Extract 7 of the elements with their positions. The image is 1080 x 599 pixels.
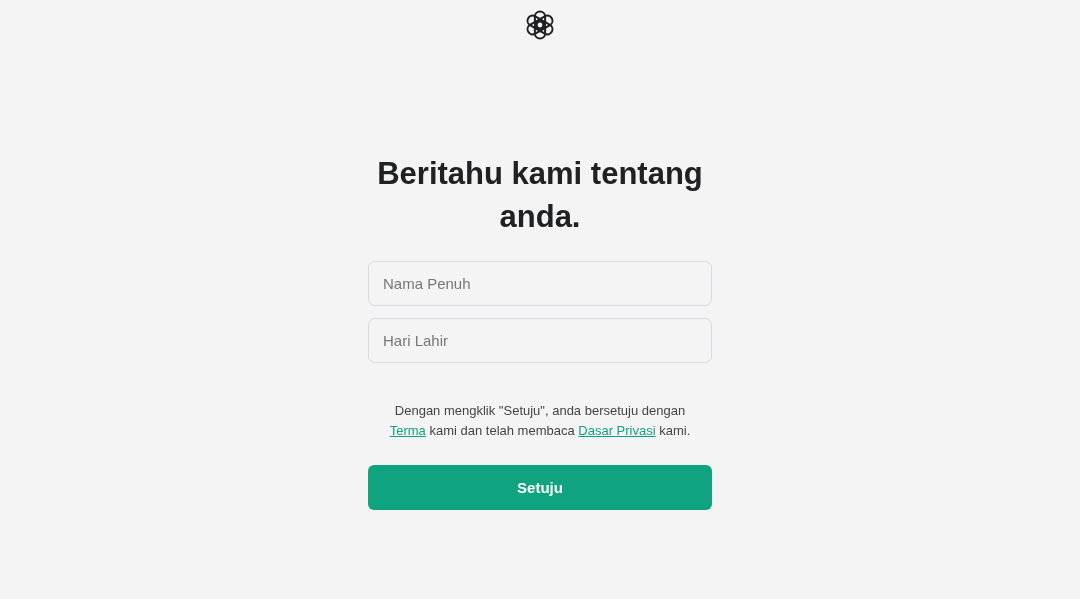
page-heading: Beritahu kami tentang anda. (376, 155, 704, 236)
text-link[interactable]: Terma (389, 423, 426, 438)
consent-text: Dengan mengklik "Setuju", anda bersetuju dengan Terma kami dan telah membaca Dasar Privasi kami. (388, 402, 692, 440)
text-input-field[interactable]: Hari Lahir (368, 318, 712, 363)
text-input-field[interactable]: Nama Penuh (368, 261, 712, 306)
text-link[interactable]: Dasar Privasi (578, 423, 656, 438)
agree-button[interactable]: Setuju (368, 465, 712, 510)
